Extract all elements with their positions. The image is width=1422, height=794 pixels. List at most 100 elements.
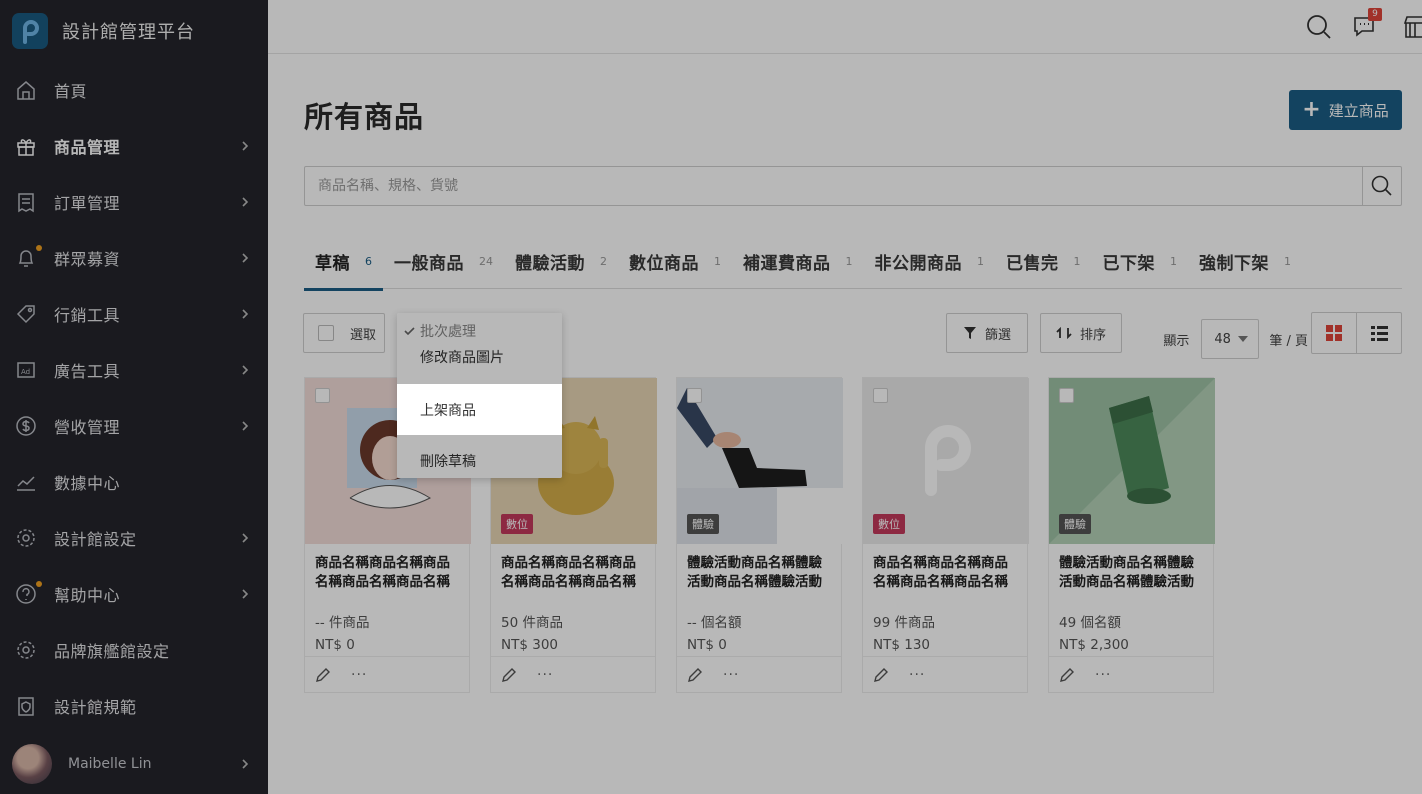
tab-count: 1 bbox=[714, 255, 721, 268]
sidebar-item-label: 群眾募資 bbox=[54, 250, 121, 269]
tab-shipping-fee[interactable]: 補運費商品 1 bbox=[732, 234, 864, 289]
tab-count: 1 bbox=[845, 255, 853, 268]
per-page-select[interactable]: 48 bbox=[1201, 319, 1260, 359]
sidebar-item-crowdfunding[interactable]: 群眾募資 bbox=[0, 230, 268, 286]
product-card[interactable]: 體驗 體驗活動商品名稱體驗活動商品名稱體驗活動 49 個名額 NT$ 2,300 … bbox=[1048, 377, 1215, 693]
sidebar-item-orders[interactable]: 訂單管理 bbox=[0, 174, 268, 230]
edit-icon[interactable] bbox=[501, 667, 517, 683]
tab-count: 2 bbox=[600, 255, 607, 268]
tab-general[interactable]: 一般商品 24 bbox=[383, 234, 504, 289]
list-view-button[interactable] bbox=[1356, 313, 1401, 353]
product-image[interactable]: 體驗 bbox=[1049, 378, 1215, 544]
sidebar-item-home[interactable]: 首頁 bbox=[0, 62, 268, 118]
shield-icon bbox=[15, 695, 37, 717]
user-name: Maibelle Lin bbox=[68, 756, 152, 772]
tab-sold-out[interactable]: 已售完 1 bbox=[995, 234, 1092, 289]
chevron-right-icon bbox=[242, 421, 249, 431]
product-meta: 99 件商品 NT$ 130 bbox=[863, 602, 1027, 656]
edit-icon[interactable] bbox=[873, 667, 889, 683]
sidebar-item-label: 幫助中心 bbox=[54, 586, 121, 605]
view-toggle bbox=[1311, 312, 1402, 354]
sidebar-item-label: 數據中心 bbox=[54, 474, 121, 493]
show-label: 顯示 bbox=[1163, 333, 1190, 349]
per-page-control: 顯示 48 筆 / 頁 bbox=[1163, 319, 1308, 359]
per-page-value: 48 bbox=[1214, 331, 1231, 347]
sidebar-item-brand-settings[interactable]: 品牌旗艦館設定 bbox=[0, 622, 268, 678]
product-card[interactable]: 體驗 體驗活動商品名稱體驗活動商品名稱體驗活動 -- 個名額 NT$ 0 ··· bbox=[676, 377, 843, 693]
card-checkbox[interactable] bbox=[1059, 388, 1074, 403]
product-stock: -- 件商品 bbox=[315, 615, 370, 631]
sidebar-item-ads[interactable]: Ad 廣告工具 bbox=[0, 342, 268, 398]
tab-label: 一般商品 bbox=[394, 254, 464, 274]
notification-dot bbox=[36, 245, 42, 251]
sidebar-nav: 首頁 商品管理 訂單管理 群眾募資 行銷工具 Ad 廣告工具 營收管理 數據中心… bbox=[0, 62, 268, 734]
tab-experience[interactable]: 體驗活動 2 bbox=[504, 234, 618, 289]
sidebar-item-marketing[interactable]: 行銷工具 bbox=[0, 286, 268, 342]
chart-icon bbox=[15, 471, 37, 493]
receipt-icon bbox=[15, 191, 37, 213]
edit-icon[interactable] bbox=[1059, 667, 1075, 683]
edit-icon[interactable] bbox=[687, 667, 703, 683]
product-card[interactable]: 數位 商品名稱商品名稱商品名稱商品名稱商品名稱 99 件商品 NT$ 130 ··… bbox=[862, 377, 1029, 693]
brand-title: 設計館管理平台 bbox=[62, 22, 195, 43]
sidebar-item-shop-rules[interactable]: 設計館規範 bbox=[0, 678, 268, 734]
more-icon[interactable]: ··· bbox=[1095, 667, 1111, 683]
tab-unlisted[interactable]: 已下架 1 bbox=[1092, 234, 1189, 289]
card-checkbox[interactable] bbox=[687, 388, 702, 403]
chevron-right-icon bbox=[242, 759, 249, 769]
sidebar-item-help[interactable]: 幫助中心 bbox=[0, 566, 268, 622]
tag-badge: 體驗 bbox=[1059, 514, 1091, 534]
more-icon[interactable]: ··· bbox=[723, 667, 739, 683]
user-profile[interactable]: Maibelle Lin bbox=[12, 744, 268, 784]
select-label: 選取 bbox=[350, 327, 377, 343]
sidebar-item-label: 行銷工具 bbox=[54, 306, 121, 325]
more-icon[interactable]: ··· bbox=[909, 667, 925, 683]
tab-force-unlisted[interactable]: 強制下架 1 bbox=[1188, 234, 1302, 289]
filter-button[interactable]: 篩選 bbox=[946, 313, 1028, 353]
sidebar-item-products[interactable]: 商品管理 bbox=[0, 118, 268, 174]
sidebar-item-shop-settings[interactable]: 設計館設定 bbox=[0, 510, 268, 566]
sort-button[interactable]: 排序 bbox=[1040, 313, 1122, 353]
product-title: 商品名稱商品名稱商品名稱商品名稱商品名稱 bbox=[873, 555, 1008, 590]
top-bar: 9 bbox=[268, 0, 1422, 54]
product-stock: 50 件商品 bbox=[501, 615, 563, 631]
tab-drafts[interactable]: 草稿 6 bbox=[304, 234, 383, 291]
grid-view-button[interactable] bbox=[1312, 313, 1356, 353]
sidebar-item-revenue[interactable]: 營收管理 bbox=[0, 398, 268, 454]
product-meta: -- 件商品 NT$ 0 bbox=[305, 602, 469, 656]
sidebar-item-data-center[interactable]: 數據中心 bbox=[0, 454, 268, 510]
menu-item-publish[interactable]: 上架商品 bbox=[397, 384, 562, 435]
sidebar-item-label: 營收管理 bbox=[54, 418, 121, 437]
edit-icon[interactable] bbox=[315, 667, 331, 683]
select-all-checkbox[interactable] bbox=[318, 325, 334, 341]
help-icon bbox=[15, 581, 42, 605]
product-image[interactable]: 體驗 bbox=[677, 378, 843, 544]
store-icon[interactable] bbox=[1402, 14, 1422, 40]
chevron-right-icon bbox=[242, 365, 249, 375]
card-checkbox[interactable] bbox=[873, 388, 888, 403]
bell-icon bbox=[15, 245, 42, 269]
messages-button[interactable]: 9 bbox=[1352, 8, 1382, 40]
product-meta: 49 個名額 NT$ 2,300 bbox=[1049, 602, 1213, 656]
svg-text:Ad: Ad bbox=[21, 368, 30, 376]
card-checkbox[interactable] bbox=[315, 388, 330, 403]
select-all-button[interactable]: 選取 bbox=[303, 313, 385, 353]
product-image[interactable]: 數位 bbox=[863, 378, 1029, 544]
caret-down-icon bbox=[1238, 336, 1249, 342]
tab-digital[interactable]: 數位商品 1 bbox=[618, 234, 732, 289]
create-product-button[interactable]: + 建立商品 bbox=[1289, 90, 1402, 130]
gear-icon bbox=[15, 639, 37, 661]
search-input[interactable] bbox=[305, 167, 1305, 205]
page-title: 所有商品 bbox=[304, 100, 425, 134]
tab-private[interactable]: 非公開商品 1 bbox=[864, 234, 996, 289]
tab-count: 6 bbox=[365, 255, 372, 268]
more-icon[interactable]: ··· bbox=[351, 667, 367, 683]
more-icon[interactable]: ··· bbox=[537, 667, 553, 683]
search-icon[interactable] bbox=[1306, 14, 1332, 40]
search-button[interactable] bbox=[1362, 167, 1401, 205]
sidebar-item-label: 首頁 bbox=[54, 82, 88, 101]
gift-icon bbox=[15, 135, 37, 157]
tab-label: 非公開商品 bbox=[874, 254, 962, 274]
sidebar-item-label: 設計館設定 bbox=[54, 530, 137, 549]
brand-logo-icon[interactable] bbox=[12, 13, 48, 49]
